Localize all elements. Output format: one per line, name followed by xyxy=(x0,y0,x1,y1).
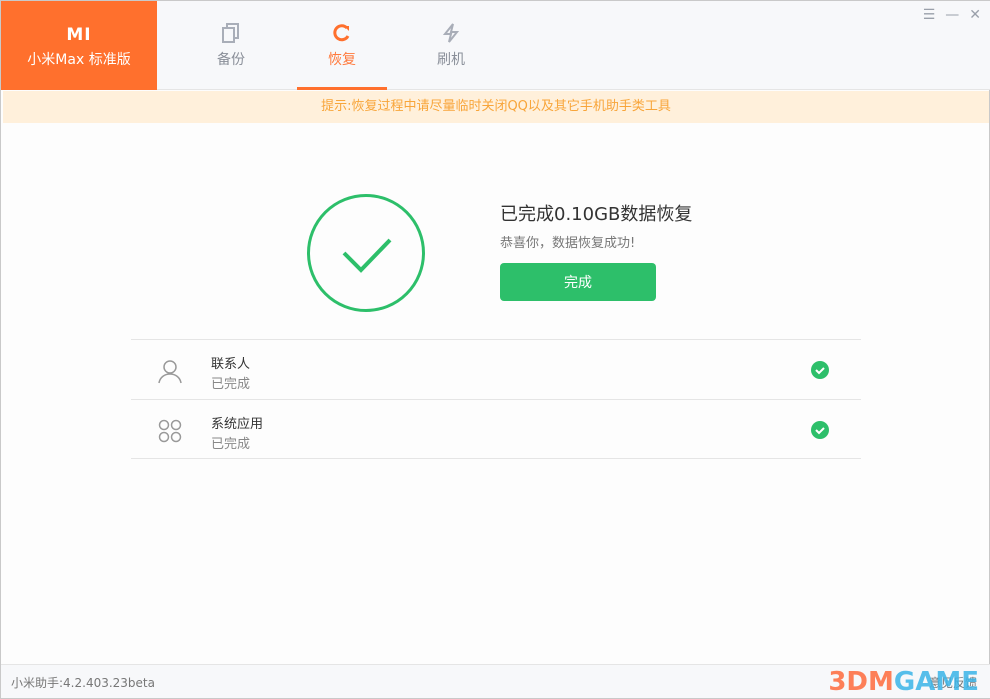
mi-logo: MI xyxy=(66,25,92,45)
window-controls: ☰ — ✕ xyxy=(923,7,981,23)
done-check-icon xyxy=(811,421,829,439)
notice-bar: 提示:恢复过程中请尽量临时关闭QQ以及其它手机助手类工具 xyxy=(3,91,989,123)
menu-icon[interactable]: ☰ xyxy=(923,7,936,23)
header: MI 小米Max 标准版 备份 恢复 刷机 ☰ — ✕ xyxy=(1,1,990,90)
restore-items-list: 联系人 已完成 系统应用 已完成 xyxy=(131,339,861,459)
close-icon[interactable]: ✕ xyxy=(969,7,981,23)
tab-restore[interactable]: 恢复 xyxy=(297,1,387,90)
done-button[interactable]: 完成 xyxy=(500,263,656,301)
tab-backup[interactable]: 备份 xyxy=(186,1,276,90)
flash-icon xyxy=(406,23,496,45)
list-item: 系统应用 已完成 xyxy=(131,399,861,459)
success-check-icon xyxy=(307,194,425,312)
device-model: 小米Max 标准版 xyxy=(27,52,131,68)
done-check-icon xyxy=(811,361,829,379)
minimize-icon[interactable]: — xyxy=(945,7,959,23)
watermark-logo: 3DMGAME xyxy=(828,667,979,697)
status-bar: 小米助手:4.2.403.23beta 意见反馈 3DMGAME xyxy=(1,664,990,698)
version-label: 小米助手:4.2.403.23beta xyxy=(11,676,155,690)
restore-icon xyxy=(297,23,387,45)
tab-flash[interactable]: 刷机 xyxy=(406,1,496,90)
result-title: 已完成0.10GB数据恢复 xyxy=(500,204,693,225)
list-item: 联系人 已完成 xyxy=(131,339,861,399)
copy-icon xyxy=(186,23,276,45)
result-subtitle: 恭喜你，数据恢复成功! xyxy=(500,236,636,251)
contact-icon xyxy=(157,358,183,388)
device-brand: MI 小米Max 标准版 xyxy=(1,1,157,90)
apps-icon xyxy=(157,418,183,448)
